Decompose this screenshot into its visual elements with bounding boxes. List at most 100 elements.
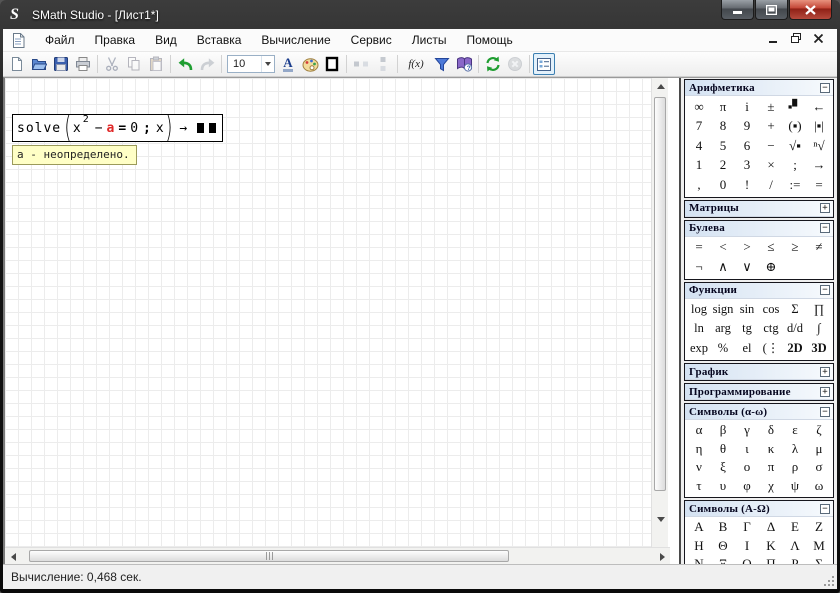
palette-item[interactable]: ▪▘ <box>783 97 807 117</box>
panel-header-plot[interactable]: График + <box>685 364 833 380</box>
palette-item[interactable]: Α <box>687 518 711 537</box>
palette-item[interactable]: tg <box>735 319 759 339</box>
scroll-down-button[interactable] <box>652 511 669 527</box>
print-button[interactable] <box>72 53 94 75</box>
palette-item[interactable]: (▪) <box>783 117 807 137</box>
close-button[interactable] <box>789 0 832 20</box>
insert-function-button[interactable]: f(x) <box>401 53 431 75</box>
palette-item[interactable]: τ <box>687 477 711 496</box>
palette-item[interactable]: ε <box>783 421 807 440</box>
palette-item[interactable]: ∫ <box>807 319 831 339</box>
palette-item[interactable]: Σ <box>783 300 807 320</box>
title-bar[interactable]: S SMath Studio - [Лист1*] <box>0 0 840 29</box>
palette-item[interactable]: σ <box>807 458 831 477</box>
palette-item[interactable]: ψ <box>783 477 807 496</box>
palette-item[interactable]: Λ <box>783 537 807 556</box>
palette-item[interactable]: , <box>687 175 711 195</box>
palette-item[interactable]: Ζ <box>807 518 831 537</box>
palette-item[interactable]: = <box>807 175 831 195</box>
panel-header-symbols-uppercase[interactable]: Символы (А-Ω) − <box>685 501 833 517</box>
new-button[interactable] <box>6 53 28 75</box>
palette-item[interactable]: arg <box>711 319 735 339</box>
palette-item[interactable]: ι <box>735 440 759 459</box>
palette-item[interactable]: ¬ <box>687 257 711 277</box>
panel-header-boolean[interactable]: Булева − <box>685 221 833 237</box>
palette-item[interactable]: ω <box>807 477 831 496</box>
palette-item[interactable]: Η <box>687 537 711 556</box>
palette-item[interactable]: θ <box>711 440 735 459</box>
palette-item[interactable]: ∞ <box>687 97 711 117</box>
palette-item[interactable]: ∨ <box>735 257 759 277</box>
menu-help[interactable]: Помощь <box>456 30 522 50</box>
palette-item[interactable]: Ξ <box>711 555 735 564</box>
palette-item[interactable]: < <box>711 238 735 258</box>
filter-button[interactable] <box>431 53 453 75</box>
paste-button[interactable] <box>145 53 167 75</box>
open-button[interactable] <box>28 53 50 75</box>
palette-item[interactable]: 7 <box>687 117 711 137</box>
result-placeholder[interactable] <box>197 123 204 133</box>
palette-item[interactable]: ο <box>735 458 759 477</box>
palette-item[interactable]: ≤ <box>759 238 783 258</box>
collapse-toggle[interactable]: − <box>820 223 830 233</box>
palette-item[interactable]: Σ <box>807 555 831 564</box>
palette-item[interactable]: > <box>735 238 759 258</box>
panel-header-programming[interactable]: Программирование + <box>685 384 833 400</box>
palette-item[interactable]: η <box>687 440 711 459</box>
palette-item[interactable]: υ <box>711 477 735 496</box>
palette-item[interactable]: Θ <box>711 537 735 556</box>
worksheet-canvas[interactable]: solve ( x 2 − a = 0 ; x ) → a - неопреде… <box>5 78 651 547</box>
palette-item[interactable]: 1 <box>687 156 711 176</box>
palette-item[interactable]: 6 <box>735 136 759 156</box>
collapse-toggle[interactable]: − <box>820 83 830 93</box>
menu-edit[interactable]: Правка <box>85 30 146 50</box>
palette-item[interactable]: Γ <box>735 518 759 537</box>
palette-item[interactable]: Δ <box>759 518 783 537</box>
font-size-combo[interactable]: 10 <box>227 55 275 73</box>
recalculate-button[interactable] <box>482 53 504 75</box>
align-vertical-button[interactable] <box>372 53 394 75</box>
panel-header-matrices[interactable]: Матрицы + <box>685 201 833 217</box>
expand-toggle[interactable]: + <box>820 367 830 377</box>
palette-item[interactable]: 8 <box>711 117 735 137</box>
palette-item[interactable]: ctg <box>759 319 783 339</box>
palette-item[interactable]: sign <box>711 300 735 320</box>
palette-item[interactable]: Μ <box>807 537 831 556</box>
palette-item[interactable]: β <box>711 421 735 440</box>
palette-item[interactable]: / <box>759 175 783 195</box>
palette-item[interactable]: (⋮ <box>759 339 783 359</box>
palette-item[interactable]: ⁿ√ <box>807 136 831 156</box>
collapse-toggle[interactable]: − <box>820 285 830 295</box>
palette-item[interactable]: + <box>759 117 783 137</box>
border-button[interactable] <box>321 53 343 75</box>
palette-item[interactable]: Ρ <box>783 555 807 564</box>
palette-item[interactable]: 3D <box>807 339 831 359</box>
palette-item[interactable]: el <box>735 339 759 359</box>
palette-item[interactable]: 2D <box>783 339 807 359</box>
palette-item[interactable]: 5 <box>711 136 735 156</box>
palette-item[interactable]: ρ <box>783 458 807 477</box>
align-horizontal-button[interactable] <box>350 53 372 75</box>
palette-item[interactable]: := <box>783 175 807 195</box>
menu-file[interactable]: Файл <box>35 30 85 50</box>
palette-item[interactable]: κ <box>759 440 783 459</box>
palette-item[interactable]: d/d <box>783 319 807 339</box>
font-color-button[interactable]: A <box>277 53 299 75</box>
palette-item[interactable]: χ <box>759 477 783 496</box>
panel-header-functions[interactable]: Функции − <box>685 283 833 299</box>
vertical-scrollbar[interactable] <box>651 78 668 547</box>
palette-item[interactable]: Π <box>759 555 783 564</box>
menu-insert[interactable]: Вставка <box>187 30 252 50</box>
palette-item[interactable]: ← <box>807 97 831 117</box>
palette-item[interactable]: ≠ <box>807 238 831 258</box>
palette-item[interactable]: % <box>711 339 735 359</box>
palette-item[interactable]: Ι <box>735 537 759 556</box>
palette-item[interactable]: − <box>759 136 783 156</box>
palette-item[interactable]: π <box>711 97 735 117</box>
palette-item[interactable]: log <box>687 300 711 320</box>
menu-view[interactable]: Вид <box>145 30 187 50</box>
palette-item[interactable]: Ν <box>687 555 711 564</box>
resize-grip[interactable] <box>824 576 834 586</box>
horizontal-scrollbar[interactable] <box>5 547 670 564</box>
palette-item[interactable]: 4 <box>687 136 711 156</box>
